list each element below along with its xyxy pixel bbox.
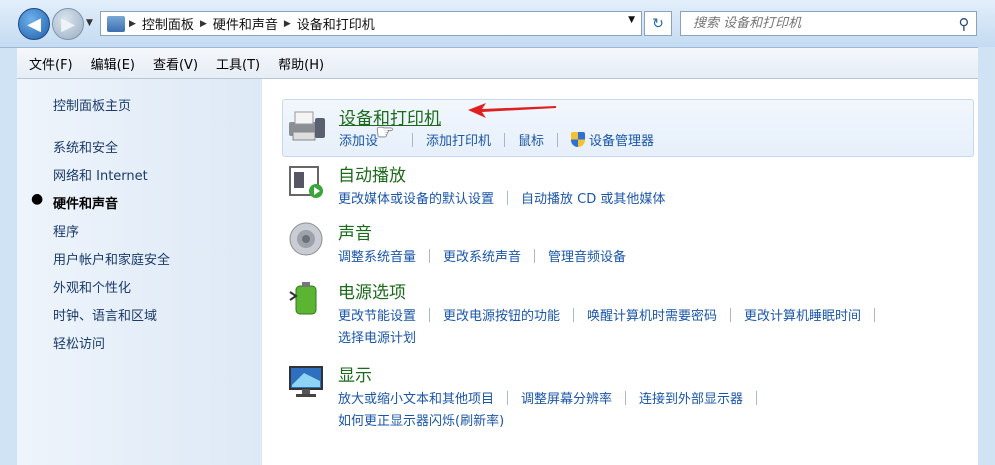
link-wake-password[interactable]: 唤醒计算机时需要密码	[587, 305, 717, 324]
link-divider	[874, 307, 876, 322]
link-divider	[625, 390, 627, 405]
annotation-arrow-icon	[468, 103, 556, 118]
link-choose-power-plan[interactable]: 选择电源计划	[338, 327, 416, 346]
main-content: 设备和打印机 添加设 添加打印机 鼠标 设备管理器 自动播放 更改媒体或设备的默…	[262, 79, 978, 465]
link-add-printer[interactable]: 添加打印机	[426, 130, 491, 149]
category-title-display[interactable]: 显示	[338, 361, 372, 386]
breadcrumb-separator-icon[interactable]: ▶	[284, 19, 291, 29]
address-toolbar: ◀ ▶ ▼ ▶ 控制面板 ▶ 硬件和声音 ▶ 设备和打印机 ▼ ↻ ⚲	[0, 0, 995, 48]
menu-file[interactable]: 文件(F)	[29, 54, 73, 73]
refresh-icon: ↻	[652, 15, 664, 32]
monitor-icon	[289, 366, 323, 397]
sidebar-item-system-security[interactable]: 系统和安全	[53, 137, 118, 156]
category-display: 显示 放大或缩小文本和其他项目 调整屏幕分辨率 连接到外部显示器 如何更正显示器…	[282, 361, 972, 431]
history-dropdown-icon[interactable]: ▼	[86, 18, 93, 28]
breadcrumb-hardware-sound[interactable]: 硬件和声音	[213, 14, 278, 33]
sidebar-item-home[interactable]: 控制面板主页	[53, 95, 131, 114]
link-screen-resolution[interactable]: 调整屏幕分辨率	[521, 388, 612, 407]
link-manage-audio-devices[interactable]: 管理音频设备	[548, 246, 626, 265]
display-links: 放大或缩小文本和其他项目 调整屏幕分辨率 连接到外部显示器	[338, 388, 770, 407]
link-divider	[507, 390, 509, 405]
link-device-manager[interactable]: 设备管理器	[589, 130, 654, 149]
printer-icon	[289, 111, 325, 141]
link-divider	[412, 132, 414, 147]
link-divider	[756, 390, 758, 405]
sidebar-item-programs[interactable]: 程序	[53, 221, 79, 240]
address-dropdown-icon[interactable]: ▼	[628, 15, 635, 25]
category-title-sound[interactable]: 声音	[338, 219, 372, 244]
link-external-display[interactable]: 连接到外部显示器	[639, 388, 743, 407]
link-adjust-volume[interactable]: 调整系统音量	[338, 246, 416, 265]
sidebar-item-hardware-sound: 硬件和声音	[53, 197, 119, 212]
link-divider	[557, 132, 559, 147]
category-title-power[interactable]: 电源选项	[338, 278, 406, 303]
back-arrow-icon: ◀	[27, 13, 41, 35]
sound-links: 调整系统音量 更改系统声音 管理音频设备	[338, 246, 626, 265]
menu-bar: 文件(F) 编辑(E) 查看(V) 工具(T) 帮助(H)	[17, 48, 978, 79]
link-change-power-saving[interactable]: 更改节能设置	[338, 305, 416, 324]
breadcrumb-separator-icon[interactable]: ▶	[200, 19, 207, 29]
sidebar-item-clock-region[interactable]: 时钟、语言和区域	[53, 305, 157, 324]
sidebar-item-user-accounts[interactable]: 用户帐户和家庭安全	[53, 249, 170, 268]
sidebar-item-appearance[interactable]: 外观和个性化	[53, 277, 131, 296]
link-divider	[507, 190, 509, 205]
autoplay-links: 更改媒体或设备的默认设置 自动播放 CD 或其他媒体	[338, 188, 665, 207]
link-text-size[interactable]: 放大或缩小文本和其他项目	[338, 388, 494, 407]
breadcrumb-control-panel[interactable]: 控制面板	[142, 14, 194, 33]
category-title-autoplay[interactable]: 自动播放	[338, 161, 406, 186]
search-input[interactable]	[691, 15, 952, 32]
address-bar[interactable]: ▶ 控制面板 ▶ 硬件和声音 ▶ 设备和打印机 ▼	[100, 11, 642, 36]
display-links-row2: 如何更正显示器闪烁(刷新率)	[338, 410, 504, 429]
hand-cursor-icon: ☛	[376, 120, 394, 144]
link-autoplay-cd[interactable]: 自动播放 CD 或其他媒体	[521, 188, 665, 207]
forward-arrow-icon: ▶	[61, 13, 75, 35]
search-icon[interactable]: ⚲	[952, 15, 976, 33]
search-box[interactable]: ⚲	[680, 11, 977, 36]
control-panel-icon	[107, 15, 125, 32]
sidebar-item-network[interactable]: 网络和 Internet	[53, 165, 148, 184]
breadcrumb-devices-printers[interactable]: 设备和打印机	[297, 14, 375, 33]
link-add-device[interactable]: 添加设	[339, 130, 378, 149]
active-bullet-icon: ●	[31, 191, 44, 207]
shield-icon	[571, 132, 586, 147]
power-links: 更改节能设置 更改电源按钮的功能 唤醒计算机时需要密码 更改计算机睡眠时间	[338, 305, 888, 324]
menu-help[interactable]: 帮助(H)	[278, 54, 324, 73]
breadcrumb-separator-icon[interactable]: ▶	[129, 19, 136, 29]
link-divider	[534, 248, 536, 263]
menu-view[interactable]: 查看(V)	[153, 54, 198, 73]
refresh-button[interactable]: ↻	[644, 11, 672, 36]
menu-tools[interactable]: 工具(T)	[216, 54, 260, 73]
forward-button[interactable]: ▶	[52, 8, 84, 40]
autoplay-icon	[289, 166, 323, 198]
link-refresh-rate[interactable]: 如何更正显示器闪烁(刷新率)	[338, 410, 504, 429]
window-right-border	[978, 47, 995, 465]
link-divider	[429, 248, 431, 263]
link-power-button[interactable]: 更改电源按钮的功能	[443, 305, 560, 324]
link-divider	[730, 307, 732, 322]
category-autoplay: 自动播放 更改媒体或设备的默认设置 自动播放 CD 或其他媒体	[282, 161, 972, 211]
link-change-system-sounds[interactable]: 更改系统声音	[443, 246, 521, 265]
power-links-row2: 选择电源计划	[338, 327, 416, 346]
link-divider	[573, 307, 575, 322]
link-divider	[429, 307, 431, 322]
category-sound: 声音 调整系统音量 更改系统声音 管理音频设备	[282, 219, 972, 269]
speaker-icon	[289, 222, 323, 256]
battery-icon	[289, 282, 317, 315]
link-sleep-time[interactable]: 更改计算机睡眠时间	[744, 305, 861, 324]
back-button[interactable]: ◀	[18, 8, 50, 40]
link-divider	[504, 132, 506, 147]
menu-edit[interactable]: 编辑(E)	[91, 54, 135, 73]
sidebar: 控制面板主页 系统和安全 网络和 Internet ● 硬件和声音 程序 用户帐…	[17, 79, 262, 465]
link-change-media-defaults[interactable]: 更改媒体或设备的默认设置	[338, 188, 494, 207]
link-mouse[interactable]: 鼠标	[518, 130, 544, 149]
sidebar-item-ease-of-access[interactable]: 轻松访问	[53, 333, 105, 352]
category-power: 电源选项 更改节能设置 更改电源按钮的功能 唤醒计算机时需要密码 更改计算机睡眠…	[282, 278, 972, 348]
